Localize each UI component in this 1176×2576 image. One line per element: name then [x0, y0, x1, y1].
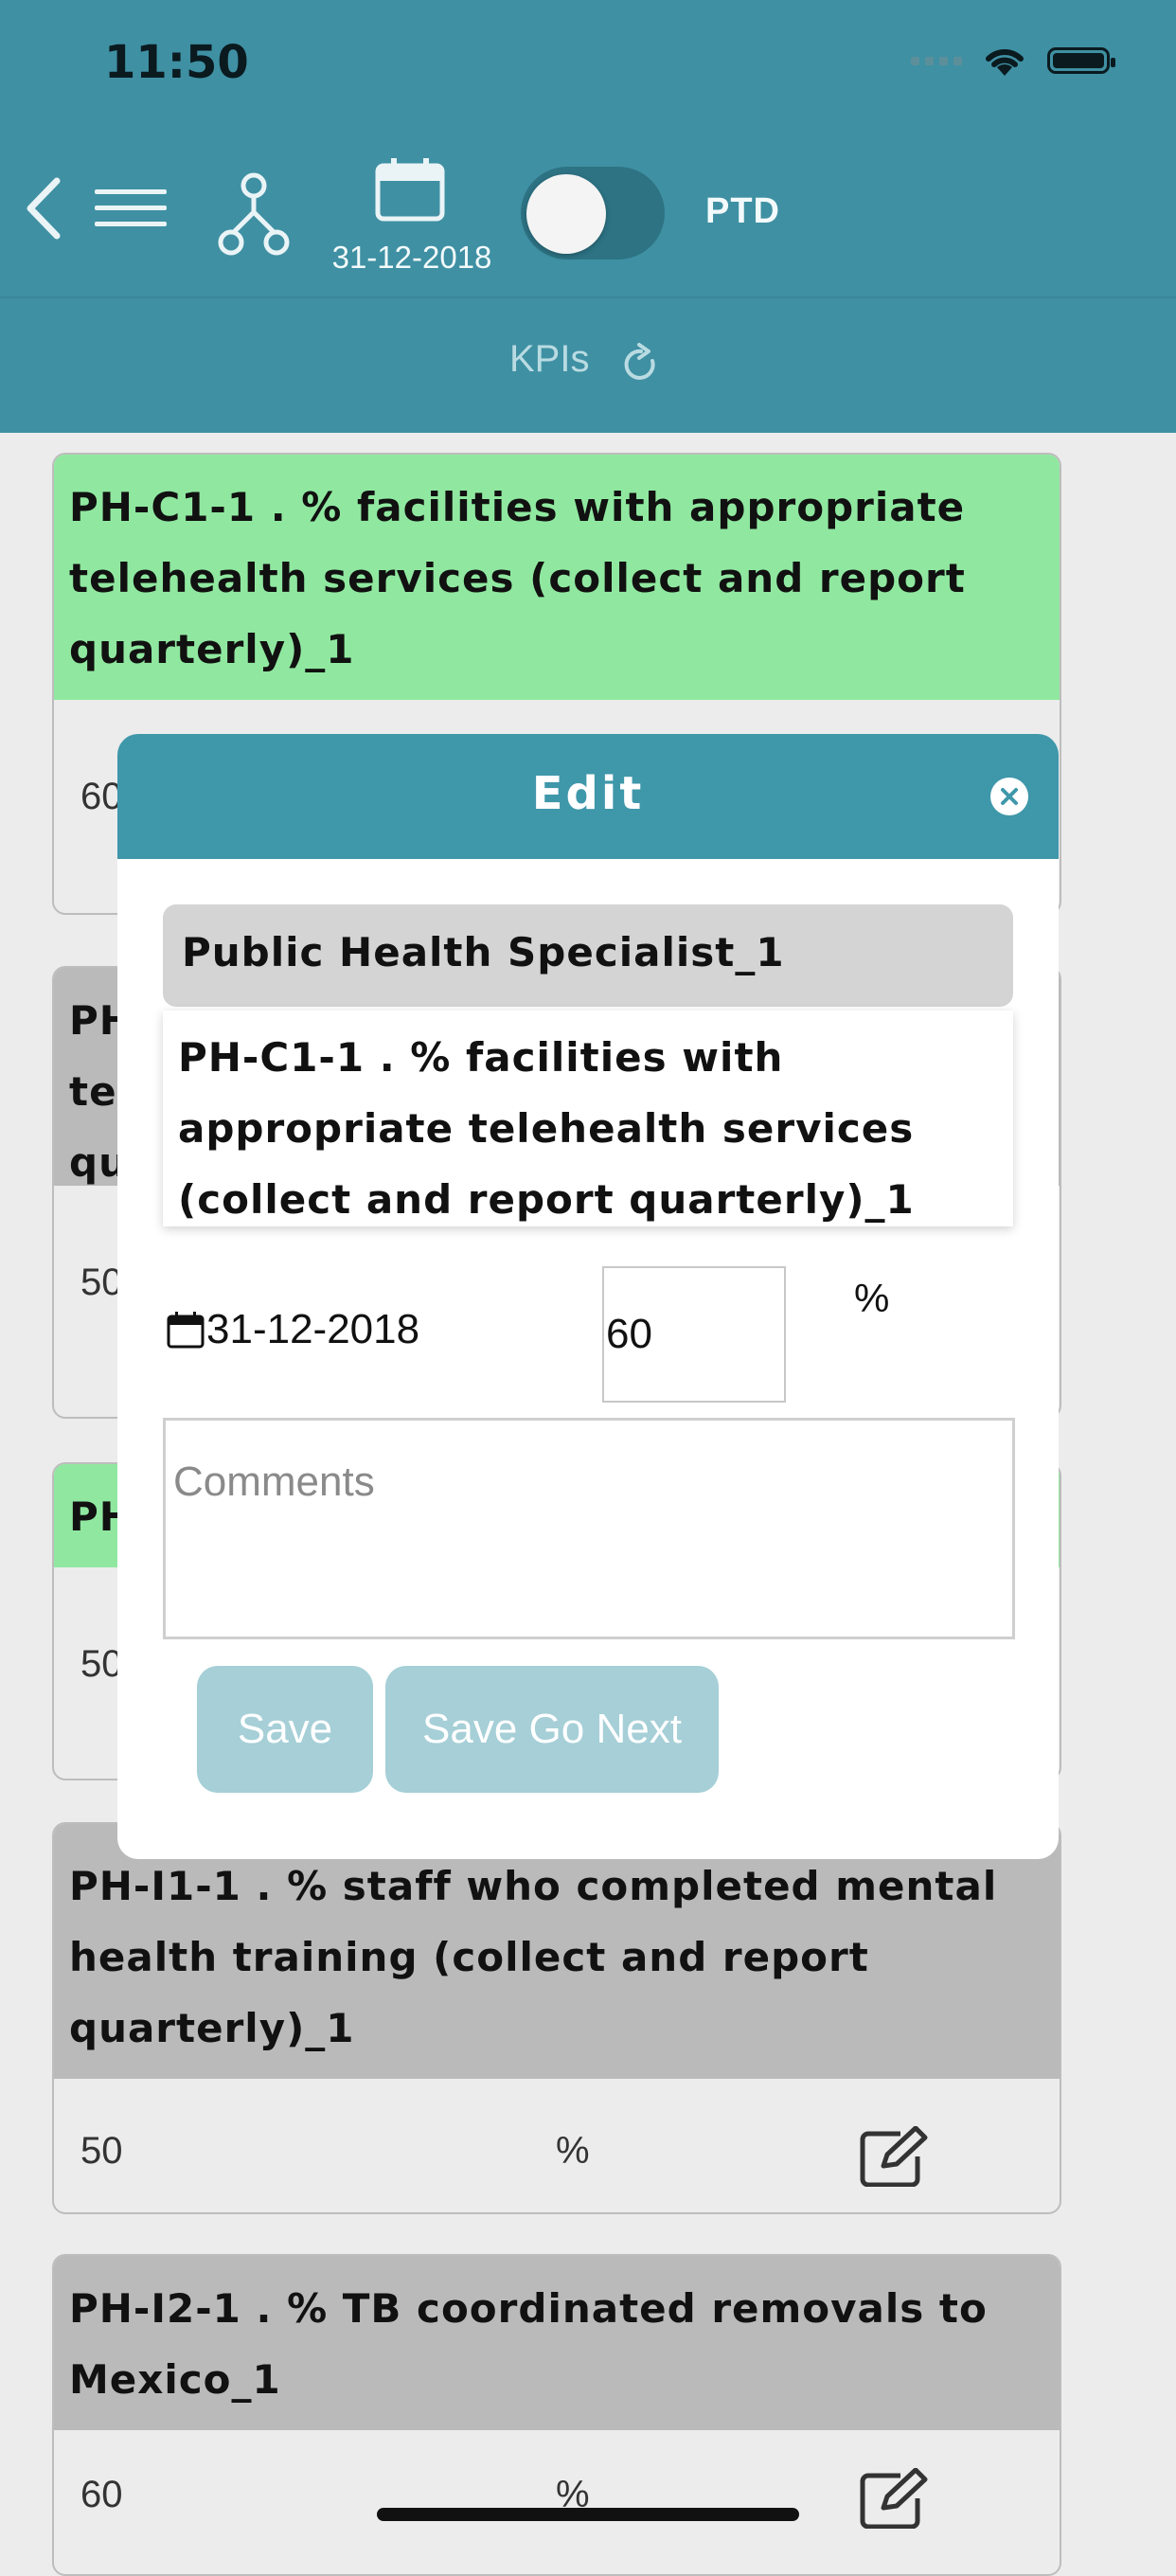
role-label: Public Health Specialist_1 — [182, 929, 785, 975]
comments-field[interactable] — [163, 1418, 1015, 1639]
role-selector[interactable]: Public Health Specialist_1 — [163, 904, 1013, 1007]
toggle-knob — [526, 174, 606, 254]
edit-dialog-header: Edit — [117, 734, 1059, 859]
kpi-card-title: PH-I1-1 . % staff who completed mental h… — [54, 1824, 1060, 2079]
battery-icon — [1047, 47, 1115, 74]
close-button[interactable] — [990, 778, 1028, 815]
kpi-label: PH-C1-1 . % facilities with appropriate … — [178, 1034, 915, 1223]
edit-dialog: Edit Public Health Specialist_1 PH-C1-1 … — [117, 734, 1059, 1859]
value-input[interactable] — [602, 1266, 786, 1403]
edit-dialog-title: Edit — [531, 767, 645, 820]
kpi-card-value: 50 — [80, 1643, 123, 1685]
kpi-card-body: 50 % — [54, 2079, 1060, 2212]
kpi-selector[interactable]: PH-C1-1 . % facilities with appropriate … — [163, 1011, 1013, 1226]
sub-header: KPIs — [0, 298, 1176, 433]
ptd-toggle[interactable] — [521, 167, 665, 259]
kpi-card-value: 50 — [80, 2130, 123, 2172]
kpi-card[interactable]: PH-I2-1 . % TB coordinated removals to M… — [52, 2254, 1061, 2576]
status-time: 11:50 — [104, 36, 249, 89]
edit-icon[interactable] — [859, 2126, 931, 2187]
home-indicator — [377, 2508, 799, 2521]
header-toolbar: 31-12-2018 PTD — [0, 152, 1176, 275]
close-icon — [1001, 788, 1018, 805]
kpi-card-body: 60 % — [54, 2430, 1060, 2574]
kpi-card-title: PH-I2-1 . % TB coordinated removals to M… — [54, 2256, 1060, 2430]
back-button[interactable] — [21, 175, 68, 242]
kpi-card-title: PH-C1-1 . % facilities with appropriate … — [54, 455, 1060, 700]
kpi-card-unit: % — [556, 2130, 590, 2172]
kpi-card-value: 60 — [80, 2474, 123, 2515]
kpi-card-value: 50 — [80, 1261, 123, 1303]
date-picker-button[interactable]: 31-12-2018 — [331, 156, 492, 275]
edit-icon[interactable] — [859, 2468, 931, 2529]
calendar-icon — [375, 158, 445, 222]
save-button[interactable]: Save — [197, 1666, 373, 1793]
value-unit: % — [854, 1276, 890, 1320]
top-bar: 11:50 31-12-2018 PTD — [0, 0, 1176, 297]
date-value: 31-12-2018 — [206, 1306, 420, 1352]
wifi-icon — [986, 48, 1024, 76]
header-date: 31-12-2018 — [331, 240, 492, 275]
kpi-card-value: 60 — [80, 776, 123, 817]
page-title: KPIs — [509, 338, 590, 380]
menu-button[interactable] — [95, 189, 167, 235]
status-icons — [911, 44, 1115, 78]
save-go-next-button[interactable]: Save Go Next — [385, 1666, 719, 1793]
date-field[interactable]: 31-12-2018 — [167, 1306, 419, 1353]
hamburger-icon-line — [95, 189, 167, 194]
kpi-card[interactable]: PH-I1-1 . % staff who completed mental h… — [52, 1822, 1061, 2214]
hierarchy-button[interactable] — [218, 172, 290, 259]
calendar-icon — [167, 1312, 205, 1349]
refresh-icon[interactable] — [620, 342, 662, 387]
ptd-label: PTD — [705, 191, 780, 231]
cellular-signal-icon — [911, 56, 962, 65]
